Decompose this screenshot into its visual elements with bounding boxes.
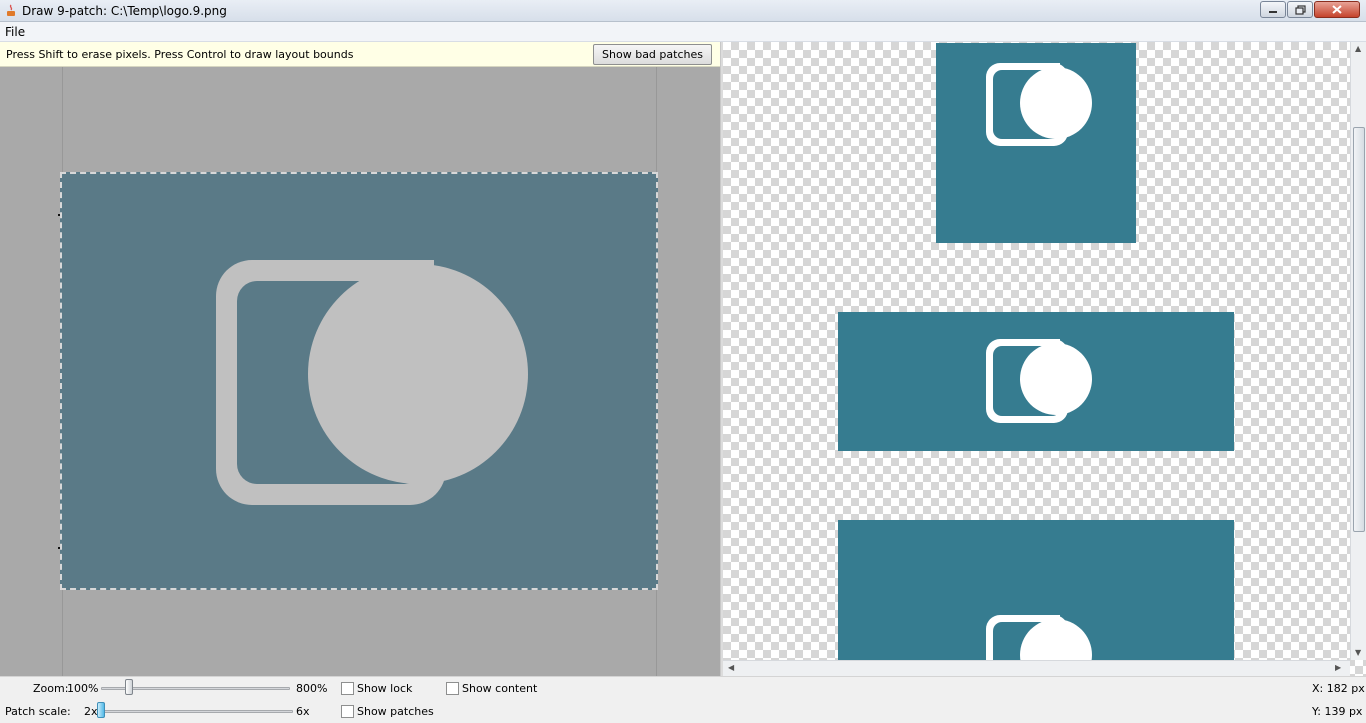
show-content-label[interactable]: Show content — [462, 682, 537, 695]
show-lock-checkbox[interactable] — [341, 682, 354, 695]
close-button[interactable] — [1314, 1, 1360, 18]
minimize-button[interactable] — [1260, 1, 1286, 18]
zoom-max-label: 800% — [296, 682, 328, 695]
preview-square — [936, 43, 1136, 243]
show-patches-label[interactable]: Show patches — [357, 705, 434, 718]
logo-preview-tall — [986, 615, 1092, 676]
window-title: Draw 9-patch: C:\Temp\logo.9.png — [22, 4, 227, 18]
scroll-down-arrow-icon[interactable]: ▼ — [1355, 648, 1361, 657]
patch-scale-slider-thumb[interactable] — [97, 702, 105, 718]
preview-horizontal-scrollbar[interactable]: ◀ ▶ — [723, 660, 1350, 676]
preview-wide — [838, 312, 1234, 451]
preview-vertical-scrollbar[interactable]: ▲ ▼ — [1350, 42, 1366, 660]
scroll-up-arrow-icon[interactable]: ▲ — [1355, 44, 1361, 53]
preview-panel — [723, 42, 1366, 676]
scroll-right-arrow-icon[interactable]: ▶ — [1335, 663, 1341, 672]
zoom-label: Zoom: — [33, 682, 69, 695]
control-bar: Zoom: 100% 800% Patch scale: 2x 6x Show … — [0, 676, 1366, 723]
cursor-y-readout: Y: 139 px — [1312, 705, 1363, 718]
restore-button[interactable] — [1287, 1, 1313, 18]
patch-scale-label: Patch scale: — [5, 705, 71, 718]
patch-scale-max-label: 6x — [296, 705, 310, 718]
show-lock-label[interactable]: Show lock — [357, 682, 412, 695]
patch-scale-slider-track[interactable] — [101, 710, 293, 713]
menu-bar: File — [0, 22, 1366, 42]
scroll-left-arrow-icon[interactable]: ◀ — [728, 663, 734, 672]
menu-file[interactable]: File — [5, 25, 25, 39]
hint-text: Press Shift to erase pixels. Press Contr… — [6, 48, 354, 61]
logo-preview-wide — [986, 339, 1092, 423]
title-bar: Draw 9-patch: C:\Temp\logo.9.png — [0, 0, 1366, 22]
zoom-min-label: 100% — [67, 682, 99, 695]
restore-icon — [1294, 4, 1306, 15]
preview-tall — [838, 520, 1234, 676]
java-app-icon — [7, 4, 15, 16]
patch-scale-min-label: 2x — [84, 705, 98, 718]
show-patches-checkbox[interactable] — [341, 705, 354, 718]
minimize-icon — [1269, 10, 1277, 13]
close-icon — [1332, 5, 1342, 14]
show-content-checkbox[interactable] — [446, 682, 459, 695]
logo-image — [216, 260, 528, 505]
logo-preview-square — [986, 63, 1092, 146]
scroll-thumb[interactable] — [1353, 127, 1365, 532]
patch-editor-panel: Press Shift to erase pixels. Press Contr… — [0, 42, 720, 676]
hint-bar: Press Shift to erase pixels. Press Contr… — [0, 42, 720, 67]
cursor-x-readout: X: 182 px — [1312, 682, 1365, 695]
zoom-slider-thumb[interactable] — [124, 679, 133, 695]
show-bad-patches-button[interactable]: Show bad patches — [593, 44, 712, 65]
image-canvas[interactable] — [60, 172, 658, 590]
